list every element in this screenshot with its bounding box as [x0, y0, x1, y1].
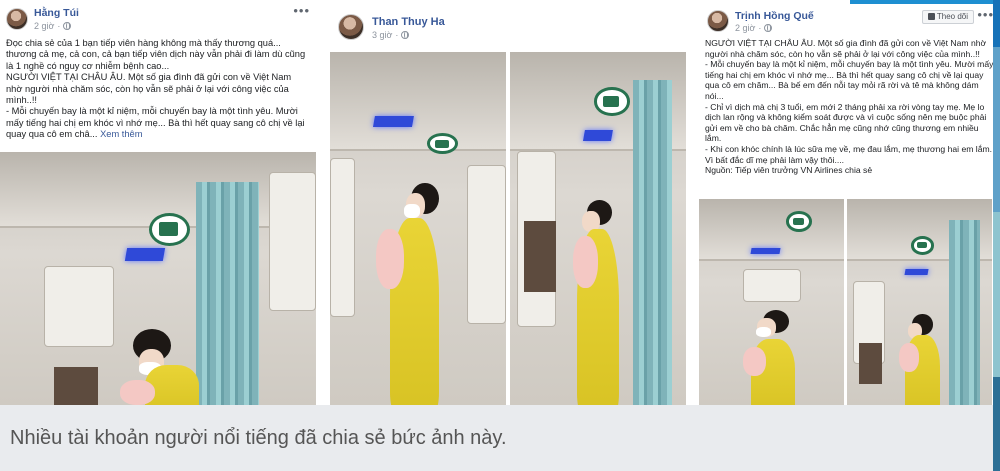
- post-meta: 3 giờ ·: [372, 30, 410, 40]
- post-hang-tui: Hằng Túi 2 giờ · ••• Đọc chia sẻ của 1 bạ…: [0, 0, 316, 405]
- avatar[interactable]: [338, 14, 364, 40]
- post-paragraph: Đọc chia sẻ của 1 bạn tiếp viên hàng khô…: [6, 38, 306, 71]
- rss-icon: [927, 13, 935, 20]
- post-trinh-hong-que: Trịnh Hồng Quế 2 giờ · Theo dõi ••• NGƯỜI…: [699, 4, 1000, 405]
- follow-button[interactable]: Theo dõi: [921, 10, 974, 24]
- post-text: NGƯỜI VIỆT TẠI CHÂU ÂU. Một số gia đình …: [705, 38, 994, 176]
- post-photo[interactable]: [0, 152, 316, 405]
- more-options-icon[interactable]: •••: [293, 4, 310, 17]
- post-paragraph: - Mỗi chuyến bay là một kỉ niệm, mỗi chu…: [6, 106, 305, 140]
- author-name[interactable]: Trịnh Hồng Quế: [735, 10, 814, 22]
- post-text: Đọc chia sẻ của 1 bạn tiếp viên hàng khô…: [6, 38, 310, 141]
- post-time[interactable]: 3 giờ: [372, 30, 392, 40]
- post-header: Hằng Túi 2 giờ · •••: [0, 0, 316, 40]
- post-meta: 2 giờ ·: [34, 21, 72, 31]
- post-photo-right[interactable]: [847, 199, 992, 405]
- globe-icon: [401, 31, 410, 39]
- author-name[interactable]: Hằng Túi: [34, 7, 79, 19]
- background-image-edge: [993, 0, 1000, 471]
- globe-icon: [63, 22, 72, 30]
- post-photo-left[interactable]: [699, 199, 844, 405]
- post-time[interactable]: 2 giờ: [34, 21, 54, 31]
- globe-icon: [764, 24, 773, 32]
- post-photo-right[interactable]: [510, 52, 686, 405]
- post-photo-left[interactable]: [330, 52, 506, 405]
- post-paragraph: - Chỉ vì dịch mà chị 3 tuổi, em mới 2 th…: [705, 101, 987, 144]
- post-header: Than Thuy Ha 3 giờ ·: [330, 8, 686, 48]
- post-paragraph: NGƯỜI VIỆT TẠI CHÂU ÂU. Một số gia đình …: [705, 38, 987, 59]
- post-source: Nguồn: Tiếp viên trưởng VN Airlines chia…: [705, 165, 873, 176]
- avatar[interactable]: [6, 8, 28, 30]
- more-options-icon[interactable]: •••: [977, 8, 994, 21]
- post-than-thuy-ha: Than Thuy Ha 3 giờ ·: [330, 8, 686, 405]
- author-name[interactable]: Than Thuy Ha: [372, 16, 445, 28]
- image-caption: Nhiều tài khoản người nổi tiếng đã chia …: [10, 427, 507, 449]
- see-more-link[interactable]: Xem thêm: [100, 129, 142, 139]
- post-time[interactable]: 2 giờ: [735, 23, 755, 33]
- post-paragraph: - Khi con khóc chính là lúc sữa mẹ về, m…: [705, 143, 993, 165]
- post-paragraph: NGƯỜI VIỆT TẠI CHÂU ÂU. Một số gia đình …: [6, 72, 292, 106]
- post-paragraph: - Mỗi chuyến bay là một kỉ niệm, mỗi chu…: [705, 59, 994, 101]
- post-meta: 2 giờ ·: [735, 23, 773, 33]
- background-banner: [850, 0, 1000, 4]
- avatar[interactable]: [707, 10, 729, 32]
